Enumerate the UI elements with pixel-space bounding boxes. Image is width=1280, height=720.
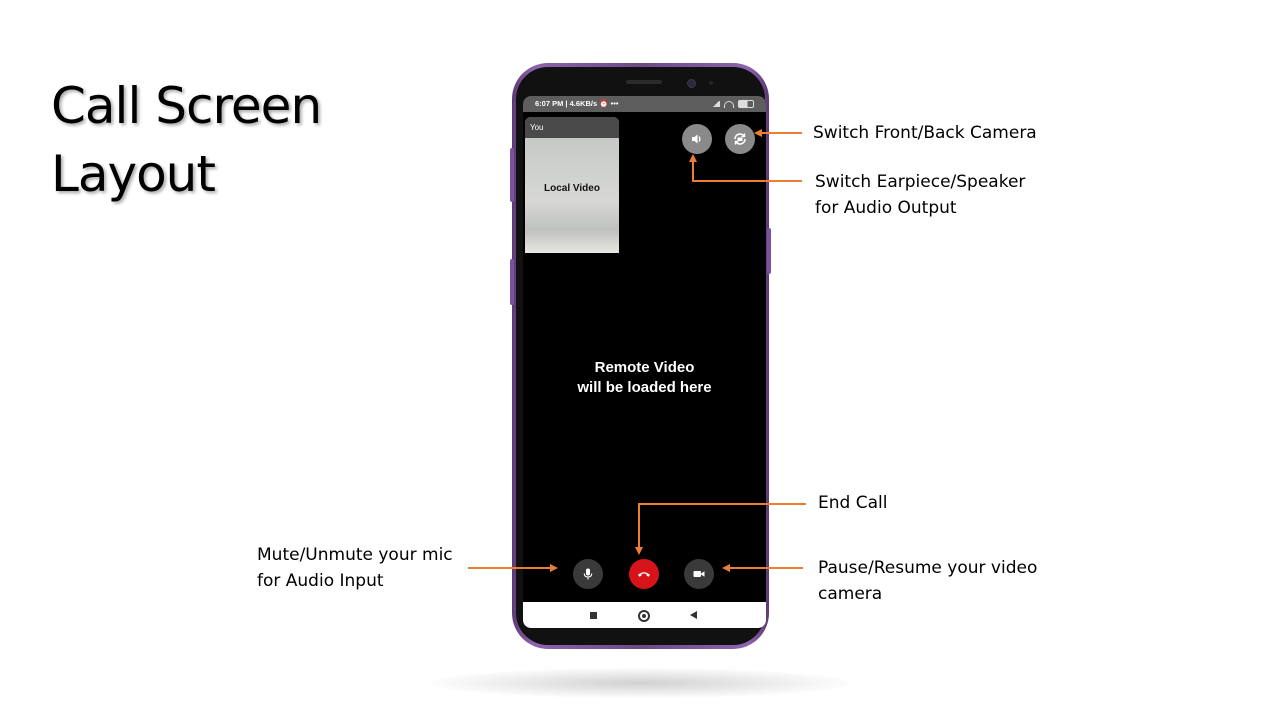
status-extra-icons: ⏰ ••• — [599, 99, 619, 108]
annotation-switch-audio-line1: Switch Earpiece/Speaker — [815, 172, 1026, 192]
camera-switch-icon — [734, 133, 746, 145]
switch-camera-button[interactable] — [725, 124, 755, 154]
home-icon[interactable] — [638, 610, 650, 622]
back-icon[interactable] — [690, 611, 697, 619]
mic-icon — [583, 568, 593, 580]
phone-shadow — [430, 668, 850, 698]
status-time-text: 6:07 PM | 4.6KB/s — [535, 99, 598, 108]
annotation-end-call: End Call — [818, 490, 887, 516]
local-video-label: You — [525, 117, 619, 138]
annotation-switch-audio: Switch Earpiece/Speaker for Audio Output — [815, 169, 1025, 221]
slide: Call Screen Layout 6:07 PM | 4.6KB/s ⏰ •… — [0, 0, 1280, 720]
annotation-switch-audio-line2: for Audio Output — [815, 198, 957, 218]
android-nav-bar — [523, 602, 766, 628]
bixby-button — [510, 259, 514, 305]
proximity-sensor — [709, 81, 713, 85]
speaker-icon — [692, 134, 701, 144]
status-time: 6:07 PM | 4.6KB/s ⏰ ••• — [535, 96, 619, 112]
earpiece-speaker — [626, 80, 662, 84]
phone-frame: 6:07 PM | 4.6KB/s ⏰ ••• You Local Video — [510, 63, 771, 649]
annotation-mute: Mute/Unmute your mic for Audio Input — [257, 542, 453, 594]
end-call-button[interactable] — [629, 559, 659, 589]
annotation-mute-line2: for Audio Input — [257, 571, 384, 591]
slide-title-line1: Call Screen — [51, 77, 322, 135]
wifi-icon — [724, 100, 734, 108]
slide-title-line2: Layout — [51, 145, 216, 203]
remote-video-line2: will be loaded here — [577, 379, 712, 396]
annotation-switch-camera: Switch Front/Back Camera — [813, 120, 1037, 146]
local-video-text: Local Video — [544, 183, 600, 194]
status-icons — [712, 96, 754, 112]
remote-video-line1: Remote Video — [594, 359, 695, 376]
battery-icon — [738, 100, 754, 108]
phone-body: 6:07 PM | 4.6KB/s ⏰ ••• You Local Video — [516, 67, 766, 645]
remote-video-placeholder: Remote Video will be loaded here — [523, 358, 766, 398]
local-video-panel[interactable]: You Local Video — [525, 117, 619, 253]
annotation-pause-video-line1: Pause/Resume your video — [818, 558, 1038, 578]
speaker-toggle-button[interactable] — [682, 124, 712, 154]
power-button — [767, 228, 771, 274]
video-camera-icon — [693, 571, 705, 577]
slide-title: Call Screen Layout — [51, 72, 322, 208]
recents-icon[interactable] — [590, 612, 597, 619]
end-call-icon — [638, 572, 650, 577]
front-camera-lens — [687, 79, 696, 88]
pause-video-button[interactable] — [684, 559, 714, 589]
volume-button — [510, 148, 514, 202]
status-bar: 6:07 PM | 4.6KB/s ⏰ ••• — [523, 96, 766, 112]
annotation-pause-video: Pause/Resume your video camera — [818, 555, 1037, 607]
annotation-end-call-text: End Call — [818, 493, 888, 513]
local-video-feed — [525, 138, 619, 253]
annotation-mute-line1: Mute/Unmute your mic — [257, 545, 453, 565]
annotation-switch-camera-text: Switch Front/Back Camera — [813, 123, 1037, 143]
call-screen: 6:07 PM | 4.6KB/s ⏰ ••• You Local Video — [523, 96, 766, 628]
annotation-pause-video-line2: camera — [818, 584, 883, 604]
signal-icon — [712, 101, 720, 107]
mute-mic-button[interactable] — [573, 559, 603, 589]
